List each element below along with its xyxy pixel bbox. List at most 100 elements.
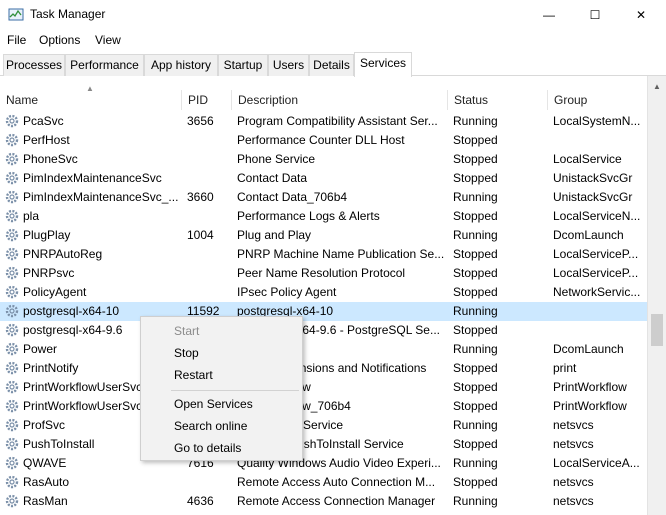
cell-group: LocalServiceA... bbox=[553, 456, 640, 470]
service-gear-icon bbox=[5, 190, 19, 204]
cell-group: LocalServiceP... bbox=[553, 266, 639, 280]
cell-description: Contact Data_706b4 bbox=[237, 190, 348, 204]
table-row[interactable]: PolicyAgent IPsec Policy Agent Stopped Netw… bbox=[0, 283, 647, 302]
tab-details[interactable]: Details bbox=[309, 54, 354, 76]
table-row[interactable]: PimIndexMaintenanceSvc_... 3660 Contact Da… bbox=[0, 188, 647, 207]
tab-services[interactable]: Services bbox=[354, 52, 412, 77]
column-header-pid[interactable]: PID bbox=[181, 90, 231, 110]
menu-file[interactable]: File bbox=[7, 33, 26, 47]
table-row[interactable]: PlugPlay 1004 Plug and Play Running DcomLaun… bbox=[0, 226, 647, 245]
scroll-up-arrow-icon[interactable]: ▲ bbox=[653, 82, 661, 91]
cell-pid bbox=[187, 150, 230, 169]
tab-processes[interactable]: Processes bbox=[3, 54, 65, 76]
table-row[interactable]: PimIndexMaintenanceSvc Contact Data Stoppe… bbox=[0, 169, 647, 188]
tab-startup[interactable]: Startup bbox=[218, 54, 268, 76]
table-row[interactable]: RasMan 4636 Remote Access Connection Manag… bbox=[0, 492, 647, 511]
cell-status: Stopped bbox=[453, 437, 498, 451]
maximize-button[interactable]: ☐ bbox=[572, 0, 618, 30]
cell-description: PNRP Machine Name Publication Se... bbox=[237, 247, 445, 261]
service-gear-icon bbox=[5, 304, 19, 318]
column-header-description[interactable]: Description bbox=[231, 90, 447, 110]
table-row[interactable]: QWAVE 7616 Quality Windows Audio Video Exp… bbox=[0, 454, 647, 473]
table-row[interactable]: postgresql-x64-9.6 postgresql-x64-9.6 - P… bbox=[0, 321, 647, 340]
cell-description: Performance Counter DLL Host bbox=[237, 133, 405, 147]
cell-group: NetworkServic... bbox=[553, 285, 641, 299]
cell-group: UnistackSvcGr bbox=[553, 190, 633, 204]
cell-name: PNRPsvc bbox=[23, 266, 75, 280]
service-gear-icon bbox=[5, 494, 19, 508]
menu-options[interactable]: Options bbox=[39, 33, 80, 47]
tab-app-history[interactable]: App history bbox=[144, 54, 218, 76]
cell-group: PrintWorkflow bbox=[553, 380, 627, 394]
table-row[interactable]: PNRPsvc Peer Name Resolution Protocol Stop… bbox=[0, 264, 647, 283]
cell-name: PerfHost bbox=[23, 133, 70, 147]
cell-description: Program Compatibility Assistant Ser... bbox=[237, 114, 438, 128]
menu-view[interactable]: View bbox=[95, 33, 121, 47]
cell-status: Stopped bbox=[453, 133, 498, 147]
cell-status: Running bbox=[453, 456, 498, 470]
cell-group: netsvcs bbox=[553, 475, 594, 489]
cell-group: PrintWorkflow bbox=[553, 399, 627, 413]
table-row[interactable]: PrintWorkflowUserSvcPrintWorkflowStopped… bbox=[0, 378, 647, 397]
cell-status: Stopped bbox=[453, 152, 498, 166]
window-title: Task Manager bbox=[30, 7, 106, 21]
context-menu-search-online[interactable]: Search online bbox=[174, 419, 247, 433]
context-menu-stop[interactable]: Stop bbox=[174, 346, 199, 360]
tab-users[interactable]: Users bbox=[268, 54, 309, 76]
service-gear-icon bbox=[5, 228, 19, 242]
service-gear-icon bbox=[5, 114, 19, 128]
service-gear-icon bbox=[5, 418, 19, 432]
service-gear-icon bbox=[5, 209, 19, 223]
cell-name: PcaSvc bbox=[23, 114, 64, 128]
service-gear-icon bbox=[5, 342, 19, 356]
context-menu-open-services[interactable]: Open Services bbox=[174, 397, 253, 411]
service-gear-icon bbox=[5, 133, 19, 147]
vertical-scrollbar[interactable]: ▲ bbox=[647, 76, 666, 515]
cell-pid bbox=[187, 131, 230, 150]
cell-pid bbox=[187, 169, 230, 188]
close-button[interactable]: ✕ bbox=[618, 0, 664, 30]
cell-name: PimIndexMaintenanceSvc_... bbox=[23, 190, 179, 204]
column-header-status[interactable]: Status bbox=[447, 90, 547, 110]
minimize-icon: — bbox=[543, 8, 555, 22]
cell-group bbox=[553, 321, 645, 340]
cell-pid bbox=[187, 245, 230, 264]
cell-status: Running bbox=[453, 114, 498, 128]
context-menu-start[interactable]: Start bbox=[174, 324, 199, 338]
table-row[interactable]: pla Performance Logs & Alerts Stopped Local… bbox=[0, 207, 647, 226]
table-row[interactable]: PerfHost Performance Counter DLL Host Stop… bbox=[0, 131, 647, 150]
cell-status: Stopped bbox=[453, 361, 498, 375]
cell-group: DcomLaunch bbox=[553, 228, 624, 242]
table-row[interactable]: PNRPAutoReg PNRP Machine Name Publication… bbox=[0, 245, 647, 264]
tab-performance[interactable]: Performance bbox=[65, 54, 144, 76]
cell-description: Contact Data bbox=[237, 171, 308, 185]
column-header-group[interactable]: Group bbox=[547, 90, 647, 110]
minimize-button[interactable]: — bbox=[526, 0, 572, 30]
cell-group: DcomLaunch bbox=[553, 342, 624, 356]
service-gear-icon bbox=[5, 361, 19, 375]
context-menu-restart[interactable]: Restart bbox=[174, 368, 213, 382]
cell-group: netsvcs bbox=[553, 437, 594, 451]
service-gear-icon bbox=[5, 323, 19, 337]
table-row[interactable]: RasAuto Remote Access Auto Connection M..… bbox=[0, 473, 647, 492]
cell-description: Remote Access Connection Manager bbox=[237, 494, 436, 508]
cell-description: Plug and Play bbox=[237, 228, 312, 242]
table-row[interactable]: PcaSvc 3656 Program Compatibility Assistan… bbox=[0, 112, 647, 131]
table-row[interactable]: postgresql-x64-10 11592 postgresql-x64-10 R… bbox=[0, 302, 647, 321]
table-row[interactable]: PrintWorkflowUserSvc_706...PrintWorkflow… bbox=[0, 397, 647, 416]
cell-status: Stopped bbox=[453, 247, 498, 261]
table-row[interactable]: ProfSvcUser Profile ServiceRunningnetsvc… bbox=[0, 416, 647, 435]
cell-group: LocalServiceN... bbox=[553, 209, 641, 223]
context-menu-go-to-details[interactable]: Go to details bbox=[174, 441, 241, 455]
table-row[interactable]: PhoneSvc Phone Service Stopped LocalService bbox=[0, 150, 647, 169]
cell-status: Stopped bbox=[453, 399, 498, 413]
close-icon: ✕ bbox=[635, 8, 647, 22]
cell-group: print bbox=[553, 361, 577, 375]
cell-status: Stopped bbox=[453, 285, 498, 299]
cell-group: UnistackSvcGr bbox=[553, 171, 633, 185]
table-row[interactable]: PushToInstall Windows PushToInstall Servi… bbox=[0, 435, 647, 454]
scroll-thumb[interactable] bbox=[651, 314, 663, 346]
column-header-name[interactable]: Name bbox=[0, 90, 181, 110]
table-row[interactable]: PowerPowerRunningDcomLaunch bbox=[0, 340, 647, 359]
table-row[interactable]: PrintNotify Printer Extensions and Notifi… bbox=[0, 359, 647, 378]
